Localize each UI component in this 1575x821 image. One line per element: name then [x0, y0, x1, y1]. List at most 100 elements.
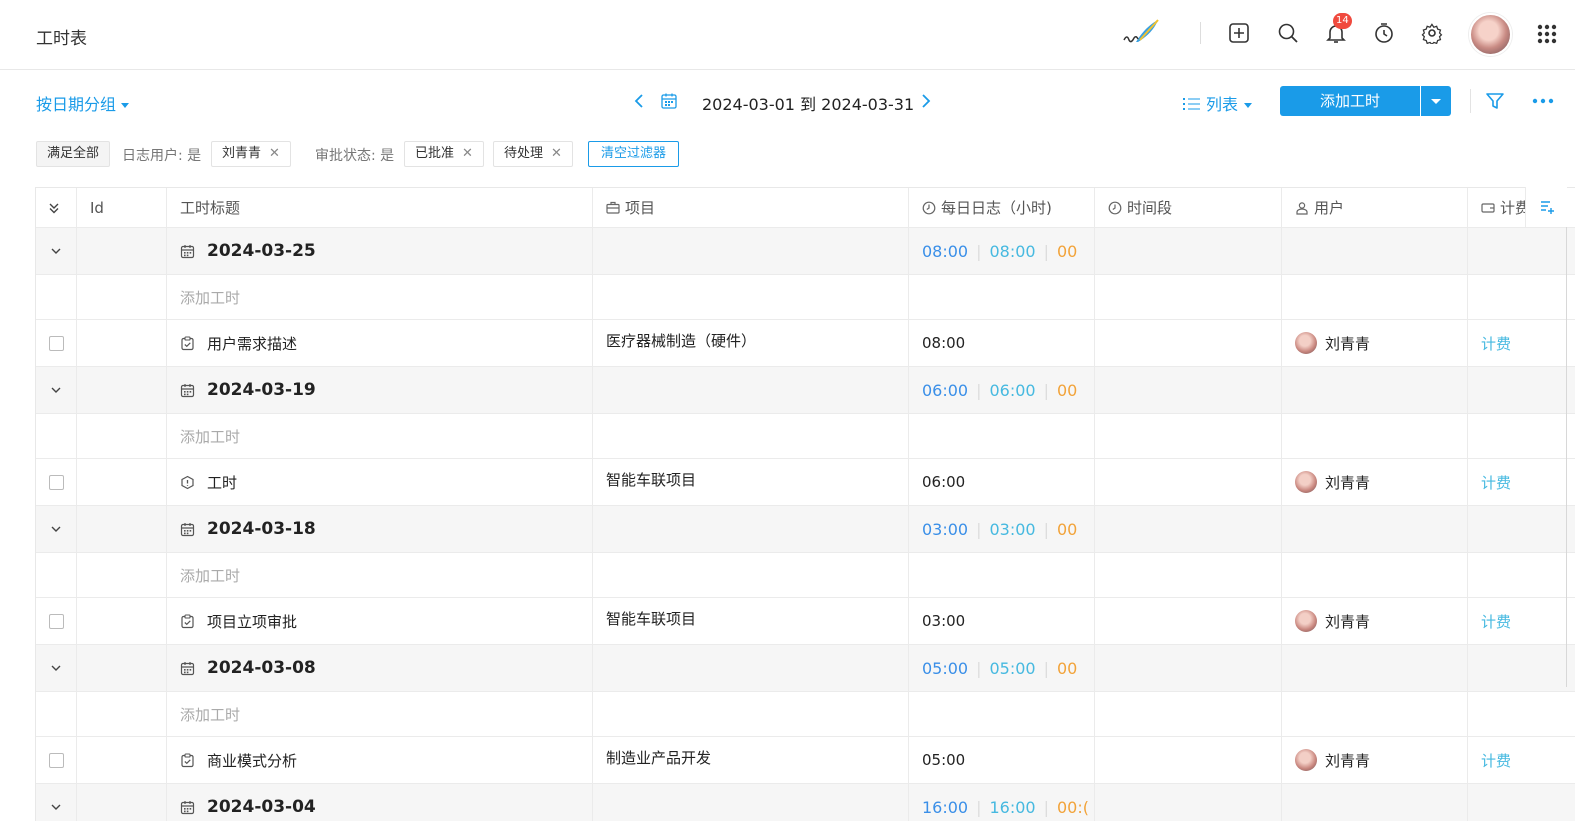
group-collapse-toggle[interactable]: [36, 228, 77, 274]
group-collapse-toggle[interactable]: [36, 367, 77, 413]
toolbar-divider: [1470, 89, 1471, 113]
row-hours: 08:00: [922, 334, 966, 352]
timesheet-table: Id 工时标题 项目 每日日志（小时) 时间段 用户 计费 2024-03-25…: [35, 187, 1575, 821]
table-row[interactable]: 用户需求描述 医疗器械制造（硬件） 08:00 刘青青 计费: [36, 320, 1575, 367]
row-hours: 05:00: [922, 751, 966, 769]
group-hours-summary: 08:00 | 08:00 | 00: [909, 228, 1095, 274]
chevron-right-icon[interactable]: [919, 92, 933, 110]
chevron-down-icon: [51, 804, 61, 810]
timer-icon[interactable]: [1373, 22, 1395, 44]
clock-icon: [922, 201, 936, 214]
status-filter-chip-approved[interactable]: 已批准 ✕: [404, 141, 484, 167]
row-checkbox[interactable]: [48, 474, 64, 490]
close-icon[interactable]: ✕: [462, 146, 473, 161]
gear-icon[interactable]: [1421, 22, 1443, 44]
column-header-project[interactable]: 项目: [593, 188, 909, 227]
clear-filters-button[interactable]: 清空过滤器: [588, 141, 680, 167]
apps-grid-icon[interactable]: [1537, 24, 1557, 44]
table-row[interactable]: 商业模式分析 制造业产品开发 05:00 刘青青 计费: [36, 737, 1575, 784]
group-by-dropdown[interactable]: 按日期分组: [36, 91, 130, 115]
column-header-title[interactable]: 工时标题: [167, 188, 593, 227]
add-timesheet-link[interactable]: 添加工时: [167, 414, 593, 458]
chevron-down-icon: [51, 248, 61, 254]
add-timesheet-link[interactable]: 添加工时: [167, 553, 593, 597]
row-hours: 03:00: [922, 612, 966, 630]
column-header-period[interactable]: 时间段: [1095, 188, 1282, 227]
header-divider: [1200, 22, 1201, 44]
calendar-icon: [180, 244, 195, 258]
date-range-label[interactable]: 2024-03-01 到 2024-03-31: [702, 91, 914, 115]
table-row[interactable]: 工时 智能车联项目 06:00 刘青青 计费: [36, 459, 1575, 506]
row-billing-link[interactable]: 计费: [1481, 611, 1511, 632]
avatar[interactable]: [1469, 13, 1512, 56]
list-icon: [1183, 98, 1200, 110]
date-group-row: 2024-03-25 08:00 | 08:00 | 00: [36, 228, 1575, 275]
user-filter-label: 日志用户: 是: [122, 148, 202, 164]
plus-square-icon[interactable]: [1228, 22, 1250, 44]
row-user: 刘青青: [1325, 751, 1371, 770]
add-timesheet-button[interactable]: 添加工时: [1280, 86, 1420, 116]
table-header: Id 工时标题 项目 每日日志（小时) 时间段 用户 计费: [36, 188, 1575, 228]
table-row[interactable]: 项目立项审批 智能车联项目 03:00 刘青青 计费: [36, 598, 1575, 645]
chevron-down-icon: [51, 387, 61, 393]
view-label: 列表: [1206, 95, 1239, 114]
add-column-icon: [1540, 201, 1554, 214]
row-checkbox[interactable]: [48, 752, 64, 768]
add-timesheet-link[interactable]: 添加工时: [167, 275, 593, 319]
status-filter-label: 审批状态: 是: [315, 148, 395, 164]
status-value-pending: 待处理: [504, 146, 544, 161]
group-collapse-toggle[interactable]: [36, 506, 77, 552]
user-filter-chip[interactable]: 刘青青 ✕: [211, 141, 291, 167]
row-billing-link[interactable]: 计费: [1481, 750, 1511, 771]
column-header-daily-log[interactable]: 每日日志（小时): [909, 188, 1095, 227]
close-icon[interactable]: ✕: [551, 146, 562, 161]
filter-icon[interactable]: [1485, 91, 1505, 111]
add-options-dropdown-button[interactable]: [1421, 86, 1451, 116]
group-collapse-toggle[interactable]: [36, 645, 77, 691]
vertical-scrollbar[interactable]: [1566, 227, 1567, 687]
add-timesheet-link[interactable]: 添加工时: [167, 692, 593, 736]
row-project: 制造业产品开发: [606, 748, 712, 767]
row-project: 智能车联项目: [606, 470, 697, 489]
clipboard-check-icon: [181, 613, 194, 628]
status-filter-chip-pending[interactable]: 待处理 ✕: [493, 141, 573, 167]
row-billing-link[interactable]: 计费: [1481, 333, 1511, 354]
add-timesheet-row: 添加工时: [36, 414, 1575, 459]
briefcase-icon: [606, 201, 620, 214]
column-settings-button[interactable]: [1525, 187, 1567, 227]
row-title[interactable]: 商业模式分析: [207, 750, 297, 771]
chevron-down-icon: [51, 526, 61, 532]
row-checkbox[interactable]: [48, 335, 64, 351]
date-group-row: 2024-03-04 16:00 | 16:00 | 00:(: [36, 784, 1575, 821]
more-options-icon[interactable]: [1532, 92, 1554, 110]
calendar-icon[interactable]: [660, 92, 678, 110]
group-by-label: 按日期分组: [36, 95, 117, 114]
page-title: 工时表: [36, 29, 87, 49]
row-title[interactable]: 工时: [207, 472, 237, 493]
group-collapse-toggle[interactable]: [36, 784, 77, 821]
hexagon-icon: [181, 475, 194, 489]
match-all-chip[interactable]: 满足全部: [36, 141, 111, 167]
row-checkbox[interactable]: [48, 613, 64, 629]
group-date: 2024-03-18: [207, 519, 316, 539]
chevron-left-icon[interactable]: [632, 92, 646, 110]
row-title[interactable]: 用户需求描述: [207, 333, 297, 354]
view-switch-dropdown[interactable]: 列表: [1183, 91, 1253, 115]
close-icon[interactable]: ✕: [269, 146, 280, 161]
add-timesheet-row: 添加工时: [36, 692, 1575, 737]
notification-badge: 14: [1333, 13, 1352, 29]
row-hours: 06:00: [922, 473, 966, 491]
search-icon[interactable]: [1277, 22, 1299, 44]
avatar: [1295, 332, 1317, 354]
group-date: 2024-03-04: [207, 797, 316, 817]
date-group-row: 2024-03-19 06:00 | 06:00 | 00: [36, 367, 1575, 414]
column-header-user[interactable]: 用户: [1282, 188, 1468, 227]
column-header-id[interactable]: Id: [77, 188, 167, 227]
row-title[interactable]: 项目立项审批: [207, 611, 297, 632]
logo-quill-icon: [1123, 19, 1159, 43]
row-project: 医疗器械制造（硬件）: [606, 331, 757, 350]
group-date: 2024-03-19: [207, 380, 316, 400]
collapse-all-toggle[interactable]: [36, 188, 77, 227]
avatar: [1295, 749, 1317, 771]
row-billing-link[interactable]: 计费: [1481, 472, 1511, 493]
